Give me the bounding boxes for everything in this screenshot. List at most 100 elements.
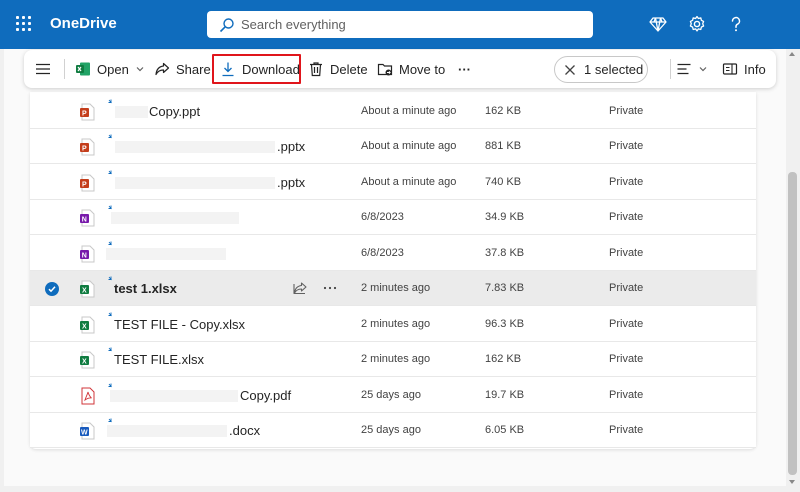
move-to-label: Move to xyxy=(399,61,446,77)
xlsx-file-icon: X xyxy=(80,351,96,369)
file-size: 881 KB xyxy=(485,140,522,152)
file-size: 162 KB xyxy=(485,353,522,365)
ppt-file-icon: P xyxy=(80,174,96,192)
delete-button[interactable]: Delete xyxy=(308,50,368,88)
premium-diamond-icon[interactable] xyxy=(648,14,668,34)
file-name[interactable]: Copy.pdf xyxy=(240,388,291,403)
svg-text:P: P xyxy=(82,111,87,118)
file-row[interactable]: P .pptx About a minute ago 740 KB Private xyxy=(30,165,756,200)
divider xyxy=(670,59,671,79)
share-label: Share xyxy=(176,61,211,77)
file-row[interactable]: N 6/8/2023 34.9 KB Private xyxy=(30,200,756,235)
file-sharing: Private xyxy=(609,424,644,436)
more-icon: ··· xyxy=(458,61,471,77)
file-row[interactable]: Xtest 1.xlsx 2 minutes ago 7.83 KB Private xyxy=(30,271,756,306)
move-to-icon xyxy=(377,63,393,76)
file-row[interactable]: W .docx 25 days ago 6.05 KB Private xyxy=(30,413,756,448)
search-input[interactable] xyxy=(241,17,581,32)
help-icon[interactable] xyxy=(726,14,746,34)
redacted-name-segment xyxy=(110,390,238,402)
file-name[interactable]: TEST FILE - Copy.xlsx xyxy=(114,317,245,332)
move-to-button[interactable]: Move to xyxy=(377,50,445,88)
scroll-down-arrow-icon[interactable] xyxy=(789,480,795,484)
menu-icon xyxy=(36,63,50,75)
svg-text:P: P xyxy=(82,146,87,153)
close-icon[interactable] xyxy=(564,64,576,76)
share-button[interactable]: Share xyxy=(154,50,211,88)
docx-file-icon: W xyxy=(80,422,96,440)
file-sharing: Private xyxy=(609,353,644,365)
file-modified: About a minute ago xyxy=(361,105,457,117)
more-actions-icon[interactable] xyxy=(322,280,338,296)
file-sharing: Private xyxy=(609,140,644,152)
xlsx-file-icon: X xyxy=(80,280,96,298)
selection-pill[interactable]: 1 selected xyxy=(554,56,648,83)
svg-text:W: W xyxy=(81,430,88,437)
info-button[interactable]: Info xyxy=(722,50,766,88)
search-box[interactable] xyxy=(207,11,593,38)
file-row[interactable]: N 6/8/2023 37.8 KB Private xyxy=(30,236,756,271)
pdf-file-icon xyxy=(80,387,96,405)
file-name[interactable]: .pptx xyxy=(277,175,305,190)
excel-icon xyxy=(76,62,90,76)
redacted-name-segment xyxy=(107,425,227,437)
file-modified: 6/8/2023 xyxy=(361,247,404,259)
redacted-name-segment xyxy=(115,106,148,118)
chevron-down-icon xyxy=(699,67,707,72)
file-size: 19.7 KB xyxy=(485,389,525,401)
file-size: 162 KB xyxy=(485,105,522,117)
file-modified: 2 minutes ago xyxy=(361,282,431,294)
svg-text:P: P xyxy=(82,182,87,189)
file-row[interactable]: Copy.pdf 25 days ago 19.7 KB Private xyxy=(30,378,756,413)
file-sharing: Private xyxy=(609,211,644,223)
svg-text:N: N xyxy=(82,253,87,260)
file-sharing: Private xyxy=(609,282,644,294)
svg-text:X: X xyxy=(82,359,87,366)
file-name[interactable]: test 1.xlsx xyxy=(114,281,177,296)
file-sharing: Private xyxy=(609,389,644,401)
divider xyxy=(64,59,65,79)
search-icon xyxy=(219,17,234,32)
file-size: 96.3 KB xyxy=(485,318,525,330)
file-size: 7.83 KB xyxy=(485,282,525,294)
file-row[interactable]: X TEST FILE - Copy.xlsx 2 minutes ago 96.3 … xyxy=(30,307,756,342)
file-name[interactable]: Copy.ppt xyxy=(149,104,200,119)
svg-text:N: N xyxy=(82,217,87,224)
redacted-name-segment xyxy=(115,177,275,189)
file-sharing: Private xyxy=(609,176,644,188)
share-icon[interactable] xyxy=(292,280,308,296)
app-title[interactable]: OneDrive xyxy=(50,15,117,32)
file-size: 37.8 KB xyxy=(485,247,525,259)
selected-check-icon[interactable] xyxy=(45,282,59,296)
app-launcher-icon[interactable] xyxy=(16,16,32,32)
file-modified: About a minute ago xyxy=(361,140,457,152)
file-row[interactable]: P Copy.ppt About a minute ago 162 KB Private xyxy=(30,94,756,129)
xlsx-file-icon: X xyxy=(80,316,96,334)
open-button[interactable]: Open xyxy=(75,50,145,88)
view-options-button[interactable] xyxy=(676,50,708,88)
view-options-icon xyxy=(677,63,691,75)
file-sharing: Private xyxy=(609,318,644,330)
onenote-file-icon: N xyxy=(80,245,96,263)
menu-button[interactable] xyxy=(35,50,51,88)
file-modified: 2 minutes ago xyxy=(361,318,431,330)
svg-text:X: X xyxy=(82,324,87,331)
delete-icon xyxy=(310,62,322,77)
file-sharing: Private xyxy=(609,105,644,117)
file-name[interactable]: .pptx xyxy=(277,139,305,154)
file-row[interactable]: P .pptx About a minute ago 881 KB Private xyxy=(30,129,756,164)
file-row[interactable]: X TEST FILE.xlsx 2 minutes ago 162 KB Privat… xyxy=(30,342,756,377)
info-label: Info xyxy=(744,61,766,77)
info-icon xyxy=(722,63,738,75)
redacted-name-segment xyxy=(111,212,239,224)
redacted-name-segment xyxy=(115,141,275,153)
settings-gear-icon[interactable] xyxy=(687,14,707,34)
scrollbar-thumb[interactable] xyxy=(788,172,797,475)
delete-label: Delete xyxy=(330,61,368,77)
more-button[interactable]: ··· xyxy=(458,50,471,88)
file-modified: 2 minutes ago xyxy=(361,353,431,365)
file-name[interactable]: .docx xyxy=(229,423,260,438)
file-name[interactable]: TEST FILE.xlsx xyxy=(114,352,204,367)
open-label: Open xyxy=(97,61,129,77)
scroll-up-arrow-icon[interactable] xyxy=(789,52,795,56)
